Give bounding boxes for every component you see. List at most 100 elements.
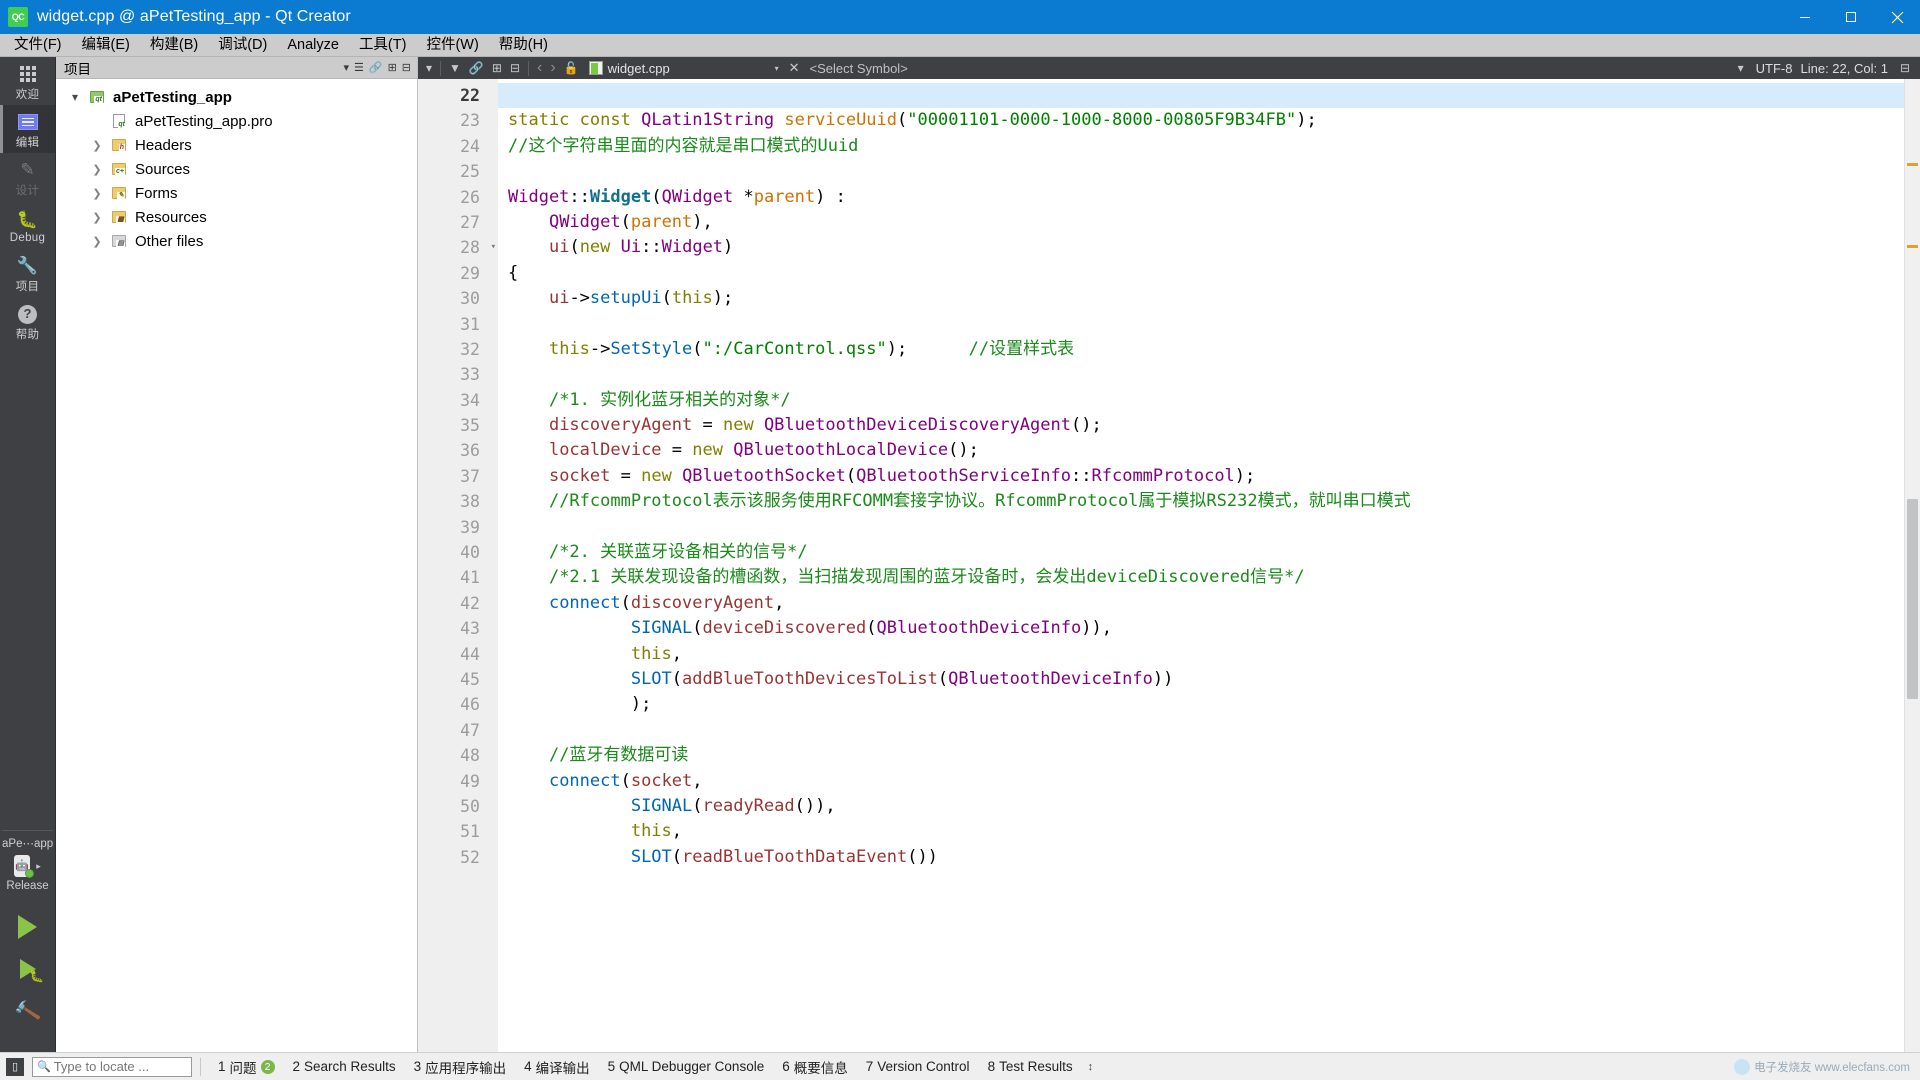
- output-pane-app-output[interactable]: 3 应用程序输出: [405, 1057, 516, 1077]
- build-button[interactable]: 🔨: [0, 990, 55, 1032]
- mode-debug-label: Debug: [9, 232, 46, 244]
- nav-forward-button[interactable]: ›: [546, 59, 559, 77]
- menu-analyze[interactable]: Analyze: [277, 34, 349, 57]
- nav-back-button[interactable]: ‹: [533, 59, 546, 77]
- pane-label: Version Control: [877, 1059, 970, 1074]
- output-pane-toggle-icon[interactable]: ▯: [6, 1057, 24, 1076]
- chevron-right-icon[interactable]: ❯: [86, 187, 108, 200]
- split-horizontal-icon[interactable]: ⊟: [1896, 61, 1914, 75]
- menu-help[interactable]: 帮助(H): [489, 34, 558, 57]
- chevron-right-icon[interactable]: ❯: [86, 139, 108, 152]
- line-number: 34: [460, 390, 480, 410]
- tree-item-label: Headers: [135, 136, 192, 154]
- line-number: 32: [460, 339, 480, 359]
- menu-build[interactable]: 构建(B): [140, 34, 208, 57]
- split-icon[interactable]: ⊞: [388, 62, 397, 74]
- maximize-button[interactable]: [1828, 0, 1874, 34]
- output-pane-issues[interactable]: 1 问题 2: [209, 1057, 284, 1077]
- project-folder-icon: qt: [86, 91, 108, 103]
- menu-debug[interactable]: 调试(D): [208, 34, 277, 57]
- code-token: ) :: [815, 186, 846, 207]
- symbol-selector[interactable]: <Select Symbol>: [806, 61, 1734, 76]
- editor-toolbar: ▾ ▼ 🔗 ⊞ ⊟ ‹ › 🔓 widget.cpp ▾ ✕ <Select S…: [418, 57, 1920, 79]
- code-line: SLOT(addBlueToothDevicesToList(QBluetoot…: [498, 667, 1920, 692]
- menu-edit[interactable]: 编辑(E): [72, 34, 140, 57]
- close-split-icon[interactable]: ⊟: [506, 61, 524, 75]
- mode-debug[interactable]: 🐛 Debug: [0, 201, 55, 249]
- scrollbar-thumb[interactable]: [1907, 499, 1918, 699]
- mode-help[interactable]: ? 帮助: [0, 297, 55, 345]
- chevron-right-icon[interactable]: ❯: [86, 211, 108, 224]
- debug-button[interactable]: 🐛: [0, 948, 55, 990]
- output-pane-qml-debugger[interactable]: 5 QML Debugger Console: [599, 1059, 774, 1074]
- pane-number: 6: [782, 1059, 790, 1074]
- output-pane-compile-output[interactable]: 4 编译输出: [515, 1057, 599, 1077]
- code-token: connect: [548, 770, 621, 791]
- line-number: 49: [460, 771, 480, 791]
- encoding-label[interactable]: UTF-8: [1748, 61, 1801, 76]
- chevron-down-icon[interactable]: ▾: [775, 64, 783, 73]
- filter-icon[interactable]: ▼: [445, 61, 465, 75]
- close-button[interactable]: [1874, 0, 1920, 34]
- code-token: Widget: [508, 186, 570, 207]
- code-token: setupUi: [589, 288, 662, 309]
- tree-item-label: aPetTesting_app.pro: [135, 112, 273, 130]
- code-token: (: [866, 618, 877, 639]
- menu-tools[interactable]: 工具(T): [349, 34, 417, 57]
- chevron-down-icon[interactable]: ▾: [64, 90, 86, 104]
- kit-selector[interactable]: aPe⋯app 🤖 ▸ Release: [0, 831, 55, 896]
- code-token: SLOT: [630, 668, 672, 689]
- symbol-dropdown-icon[interactable]: ▾: [1734, 61, 1748, 75]
- close-icon[interactable]: ⊟: [402, 62, 411, 74]
- menu-file[interactable]: 文件(F): [4, 34, 72, 57]
- open-file-combo[interactable]: widget.cpp ▾: [583, 61, 783, 76]
- filter-icon[interactable]: ☰: [354, 62, 364, 74]
- minimize-button[interactable]: [1782, 0, 1828, 34]
- code-token: QBluetoothDeviceDiscoveryAgent: [763, 415, 1071, 436]
- tree-item-forms[interactable]: ❯ ✎ Forms: [56, 181, 417, 205]
- code-token: parent: [753, 186, 816, 207]
- tree-item-project[interactable]: ▾ qt aPetTesting_app: [56, 85, 417, 109]
- chevron-right-icon[interactable]: ❯: [86, 163, 108, 176]
- close-file-button[interactable]: ✕: [783, 60, 806, 76]
- tree-item-other-files[interactable]: ❯ ▤ Other files: [56, 229, 417, 253]
- code-line: static const QLatin1String serviceUuid("…: [498, 108, 1920, 133]
- menu-window[interactable]: 控件(W): [416, 34, 488, 57]
- filter-dropdown-icon[interactable]: ▾: [422, 61, 436, 75]
- code-token: //设置样式表: [968, 338, 1075, 359]
- filter-dropdown-icon[interactable]: ▾: [343, 62, 349, 74]
- mode-welcome[interactable]: 欢迎: [0, 57, 55, 105]
- output-pane-general-messages[interactable]: 6 概要信息: [773, 1057, 857, 1077]
- tree-item-headers[interactable]: ❯ h Headers: [56, 133, 417, 157]
- project-pane-title: 项目: [64, 61, 91, 77]
- code-line: discoveryAgent = new QBluetoothDeviceDis…: [498, 413, 1920, 438]
- code-text-area[interactable]: static const QLatin1String serviceUuid("…: [498, 79, 1920, 1052]
- output-pane-search-results[interactable]: 2 Search Results: [284, 1059, 405, 1074]
- output-pane-version-control[interactable]: 7 Version Control: [857, 1059, 979, 1074]
- link-icon[interactable]: 🔗: [465, 61, 488, 75]
- link-icon[interactable]: 🔗: [369, 62, 383, 74]
- tree-item-resources[interactable]: ❯ ▦ Resources: [56, 205, 417, 229]
- tree-item-sources[interactable]: ❯ c+ Sources: [56, 157, 417, 181]
- mode-projects[interactable]: 🔧 项目: [0, 249, 55, 297]
- tree-item-pro-file[interactable]: qt aPetTesting_app.pro: [56, 109, 417, 133]
- output-pane-test-results[interactable]: 8 Test Results: [979, 1059, 1082, 1074]
- mode-edit[interactable]: 编辑: [0, 105, 55, 153]
- locator-input[interactable]: 🔍 Type to locate ...: [32, 1056, 192, 1077]
- chevron-right-icon[interactable]: ❯: [86, 235, 108, 248]
- editor-vertical-scrollbar[interactable]: [1904, 79, 1920, 1052]
- tree-item-label: aPetTesting_app: [113, 88, 232, 106]
- run-button[interactable]: [0, 906, 55, 948]
- code-token: this: [630, 821, 672, 842]
- output-pane-updown-icon[interactable]: ↕: [1082, 1061, 1100, 1073]
- fold-marker-icon[interactable]: ▾: [491, 235, 496, 260]
- unlocked-icon[interactable]: 🔓: [560, 61, 583, 75]
- code-token: ->: [569, 288, 590, 309]
- mode-edit-label: 编辑: [15, 137, 40, 149]
- split-icon[interactable]: ⊞: [488, 61, 506, 75]
- code-token: readBlueToothDataEvent: [682, 846, 908, 867]
- code-token: {: [508, 262, 519, 283]
- cursor-position-label[interactable]: Line: 22, Col: 1: [1800, 61, 1895, 76]
